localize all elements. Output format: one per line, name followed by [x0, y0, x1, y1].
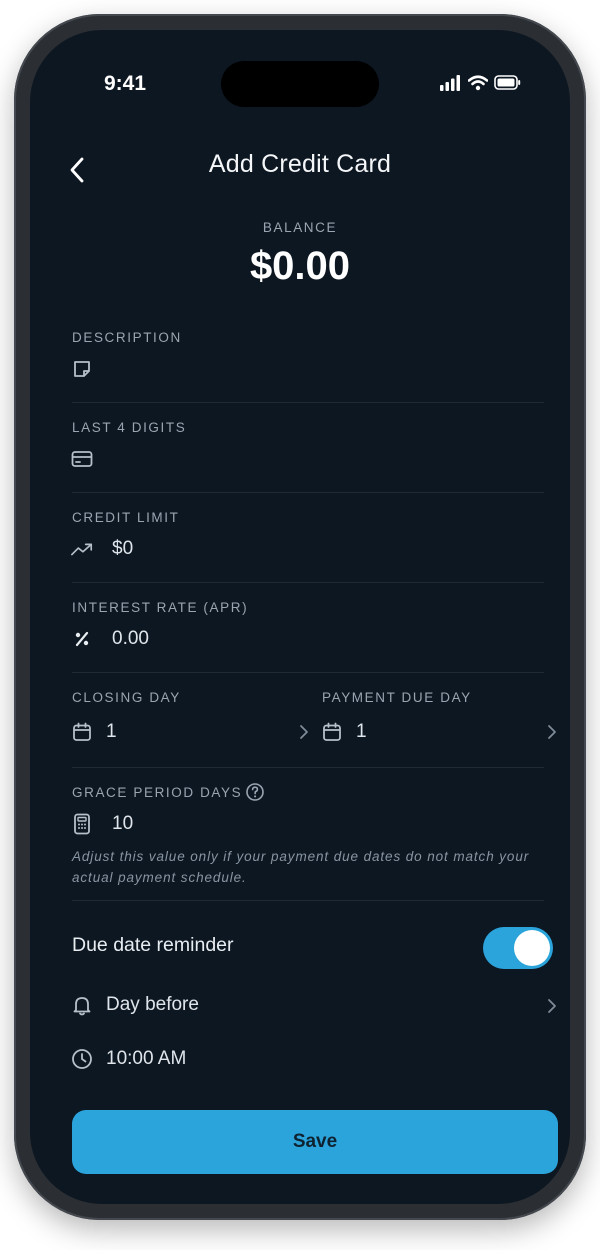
page-title: Add Credit Card [208, 150, 392, 178]
chevron-right-icon [296, 722, 312, 742]
status-time: 9:41 [103, 72, 147, 95]
divider [72, 582, 544, 583]
balance-label: BALANCE [262, 220, 338, 235]
due-date-reminder-toggle[interactable] [483, 927, 553, 969]
wifi-icon [467, 74, 489, 96]
clock-icon [70, 1047, 94, 1071]
save-button[interactable]: Save [72, 1110, 558, 1174]
cellular-signal-icon [440, 74, 462, 96]
app-screen: 9:41 Add Credit Card BALANCE $0.00 DESCR… [30, 30, 570, 1204]
last4-label: LAST 4 DIGITS [72, 420, 187, 435]
description-label: DESCRIPTION [72, 330, 182, 345]
grace-period-hint: Adjust this value only if your payment d… [72, 849, 530, 885]
battery-icon [494, 75, 521, 95]
chevron-right-icon [544, 722, 560, 742]
due-date-reminder-label: Due date reminder [72, 934, 234, 956]
divider [72, 672, 544, 673]
balance-value: $0.00 [249, 244, 351, 288]
divider [72, 900, 544, 901]
status-icons [440, 74, 521, 96]
bell-icon [70, 993, 94, 1017]
divider [72, 767, 544, 768]
reminder-timing-row[interactable]: Day before [70, 990, 560, 1020]
calendar-icon [320, 720, 344, 744]
percent-icon [70, 627, 94, 651]
closing-day-value: 1 [106, 721, 117, 742]
chevron-left-icon [66, 157, 90, 183]
payment-due-day-label: PAYMENT DUE DAY [322, 690, 472, 705]
payment-due-day-picker[interactable]: 1 [320, 718, 560, 746]
divider [72, 402, 544, 403]
grace-period-field[interactable]: 10 [70, 810, 542, 838]
grace-period-label: GRACE PERIOD DAYS [72, 785, 243, 800]
interest-rate-label: INTEREST RATE (APR) [72, 600, 249, 615]
grace-period-value: 10 [112, 813, 134, 834]
credit-limit-field[interactable]: $0 [70, 535, 542, 563]
reminder-time-value: 10:00 AM [106, 1048, 187, 1069]
calendar-icon [70, 720, 94, 744]
calculator-icon [70, 812, 94, 836]
closing-day-label: CLOSING DAY [72, 690, 181, 705]
interest-rate-field[interactable]: 0.00 [70, 625, 542, 653]
note-icon [70, 357, 94, 381]
interest-rate-value: 0.00 [112, 628, 149, 649]
reminder-time-row[interactable]: 10:00 AM [70, 1044, 560, 1074]
closing-day-picker[interactable]: 1 [70, 718, 310, 746]
chevron-right-icon [544, 996, 560, 1016]
credit-card-icon [70, 447, 94, 471]
back-button[interactable] [56, 148, 100, 192]
trending-up-icon [70, 537, 94, 561]
description-field[interactable] [70, 356, 542, 382]
last4-field[interactable] [70, 446, 542, 472]
credit-limit-value: $0 [112, 538, 134, 559]
reminder-timing-value: Day before [106, 994, 199, 1015]
divider [72, 492, 544, 493]
dynamic-island [221, 61, 379, 107]
help-icon[interactable] [244, 781, 266, 803]
payment-due-day-value: 1 [356, 721, 367, 742]
phone-frame: 9:41 Add Credit Card BALANCE $0.00 DESCR… [14, 14, 586, 1220]
toggle-knob [514, 930, 550, 966]
credit-limit-label: CREDIT LIMIT [72, 510, 180, 525]
